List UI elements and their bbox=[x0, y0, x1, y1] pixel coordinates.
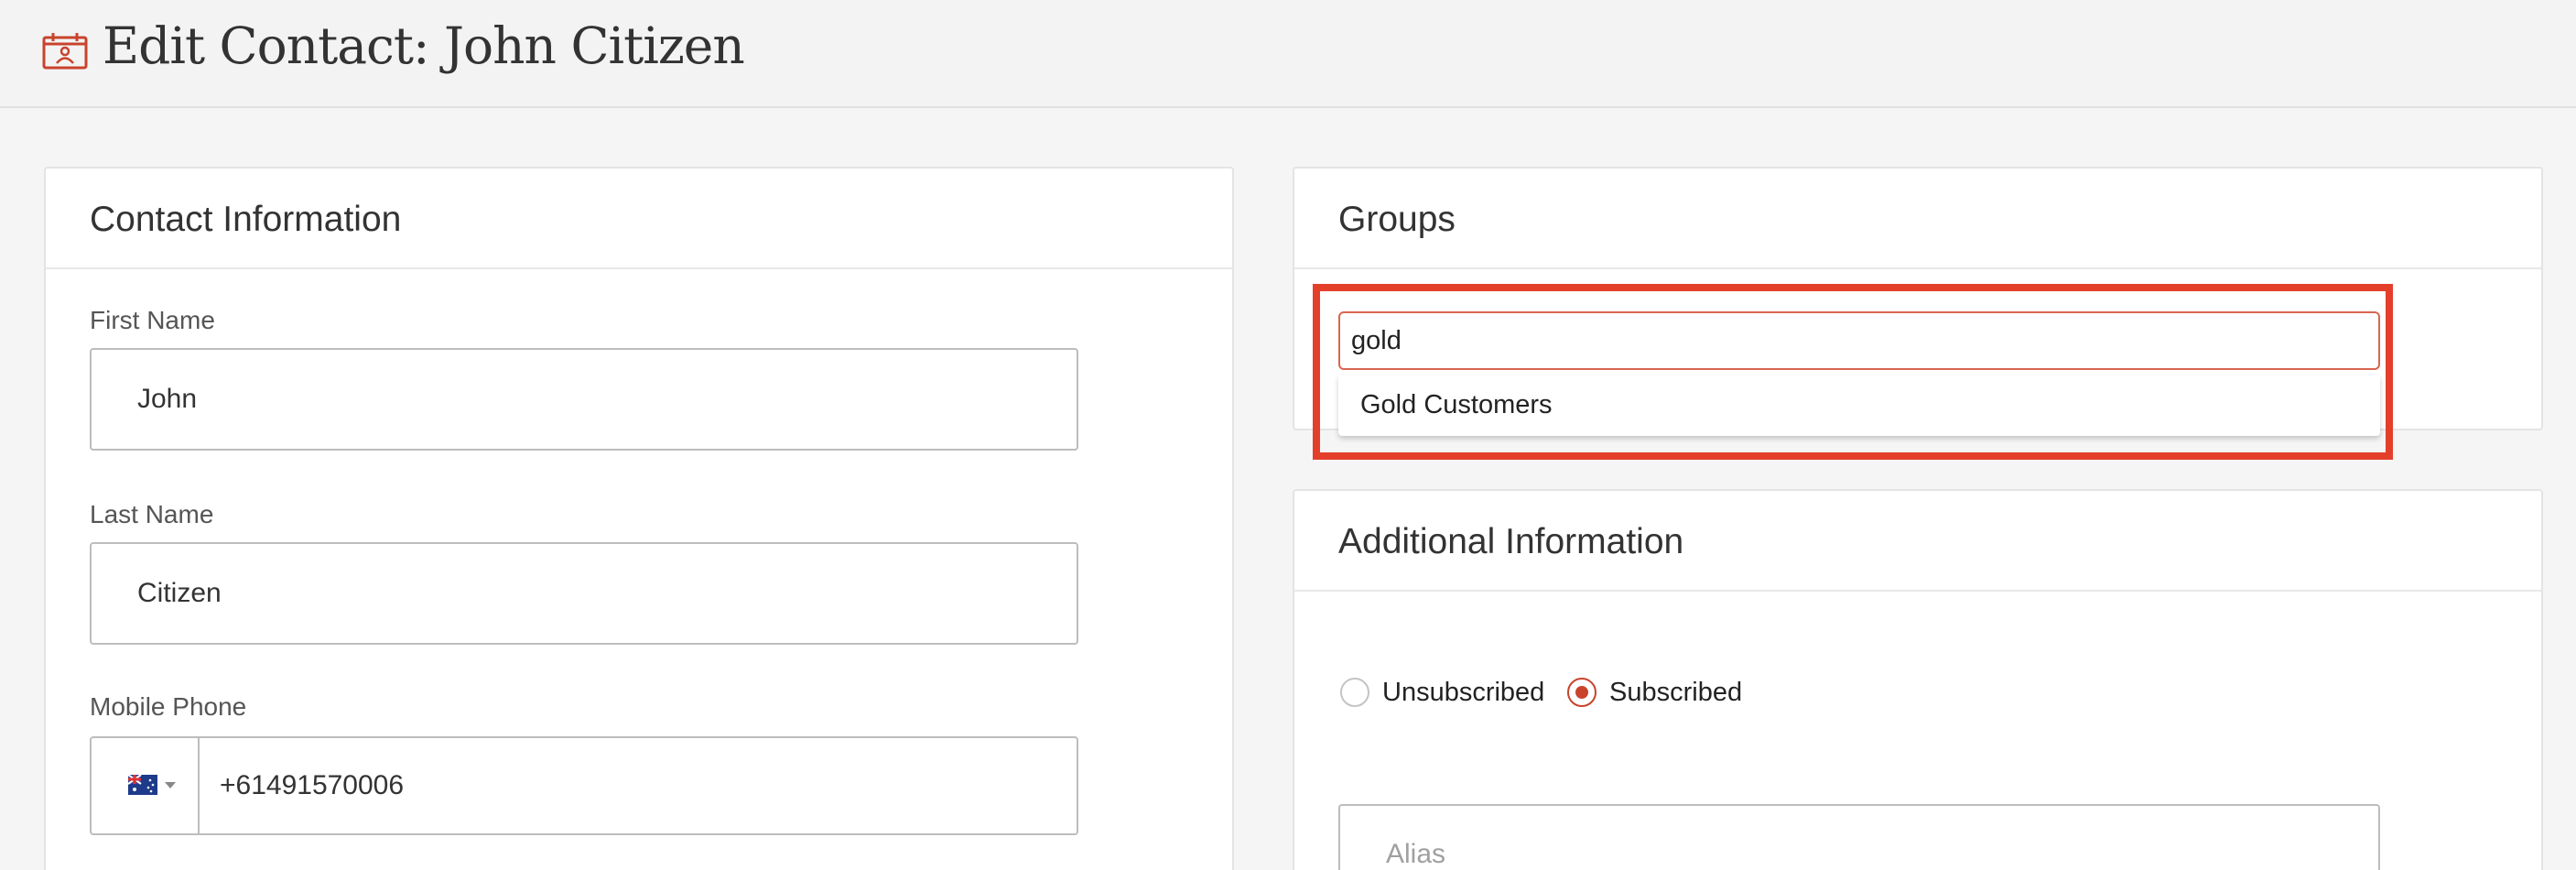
contact-calendar-icon bbox=[42, 33, 88, 70]
country-code-dropdown[interactable] bbox=[92, 738, 200, 833]
first-name-label: First Name bbox=[90, 306, 215, 334]
page-header: Edit Contact: John Citizen bbox=[0, 0, 2576, 108]
additional-information-header: Additional Information bbox=[1294, 491, 2541, 592]
contact-information-header: Contact Information bbox=[46, 169, 1232, 269]
mobile-phone-label: Mobile Phone bbox=[90, 692, 247, 721]
last-name-input[interactable] bbox=[90, 542, 1078, 645]
first-name-input[interactable] bbox=[90, 348, 1078, 451]
additional-information-title: Additional Information bbox=[1338, 522, 1684, 561]
subscribed-label: Subscribed bbox=[1609, 678, 1743, 707]
unsubscribed-radio[interactable]: Unsubscribed bbox=[1340, 674, 1545, 711]
page-title: Edit Contact: John Citizen bbox=[103, 16, 745, 75]
alias-input[interactable] bbox=[1338, 804, 2380, 870]
chevron-down-icon bbox=[165, 782, 176, 788]
last-name-label: Last Name bbox=[90, 500, 214, 528]
groups-title: Groups bbox=[1338, 200, 1456, 239]
radio-unchecked-icon bbox=[1340, 678, 1369, 707]
australia-flag-icon bbox=[128, 775, 157, 795]
mobile-phone-field bbox=[90, 736, 1078, 835]
subscribed-radio[interactable]: Subscribed bbox=[1567, 674, 1769, 711]
groups-suggestion-dropdown: Gold Customers bbox=[1338, 375, 2380, 436]
contact-information-title: Contact Information bbox=[90, 200, 402, 239]
mobile-phone-input[interactable] bbox=[201, 738, 1071, 833]
groups-search-input[interactable] bbox=[1338, 311, 2380, 370]
groups-header: Groups bbox=[1294, 169, 2541, 269]
radio-checked-icon bbox=[1567, 678, 1596, 707]
groups-suggestion-item[interactable]: Gold Customers bbox=[1360, 390, 1553, 420]
unsubscribed-label: Unsubscribed bbox=[1382, 678, 1545, 707]
